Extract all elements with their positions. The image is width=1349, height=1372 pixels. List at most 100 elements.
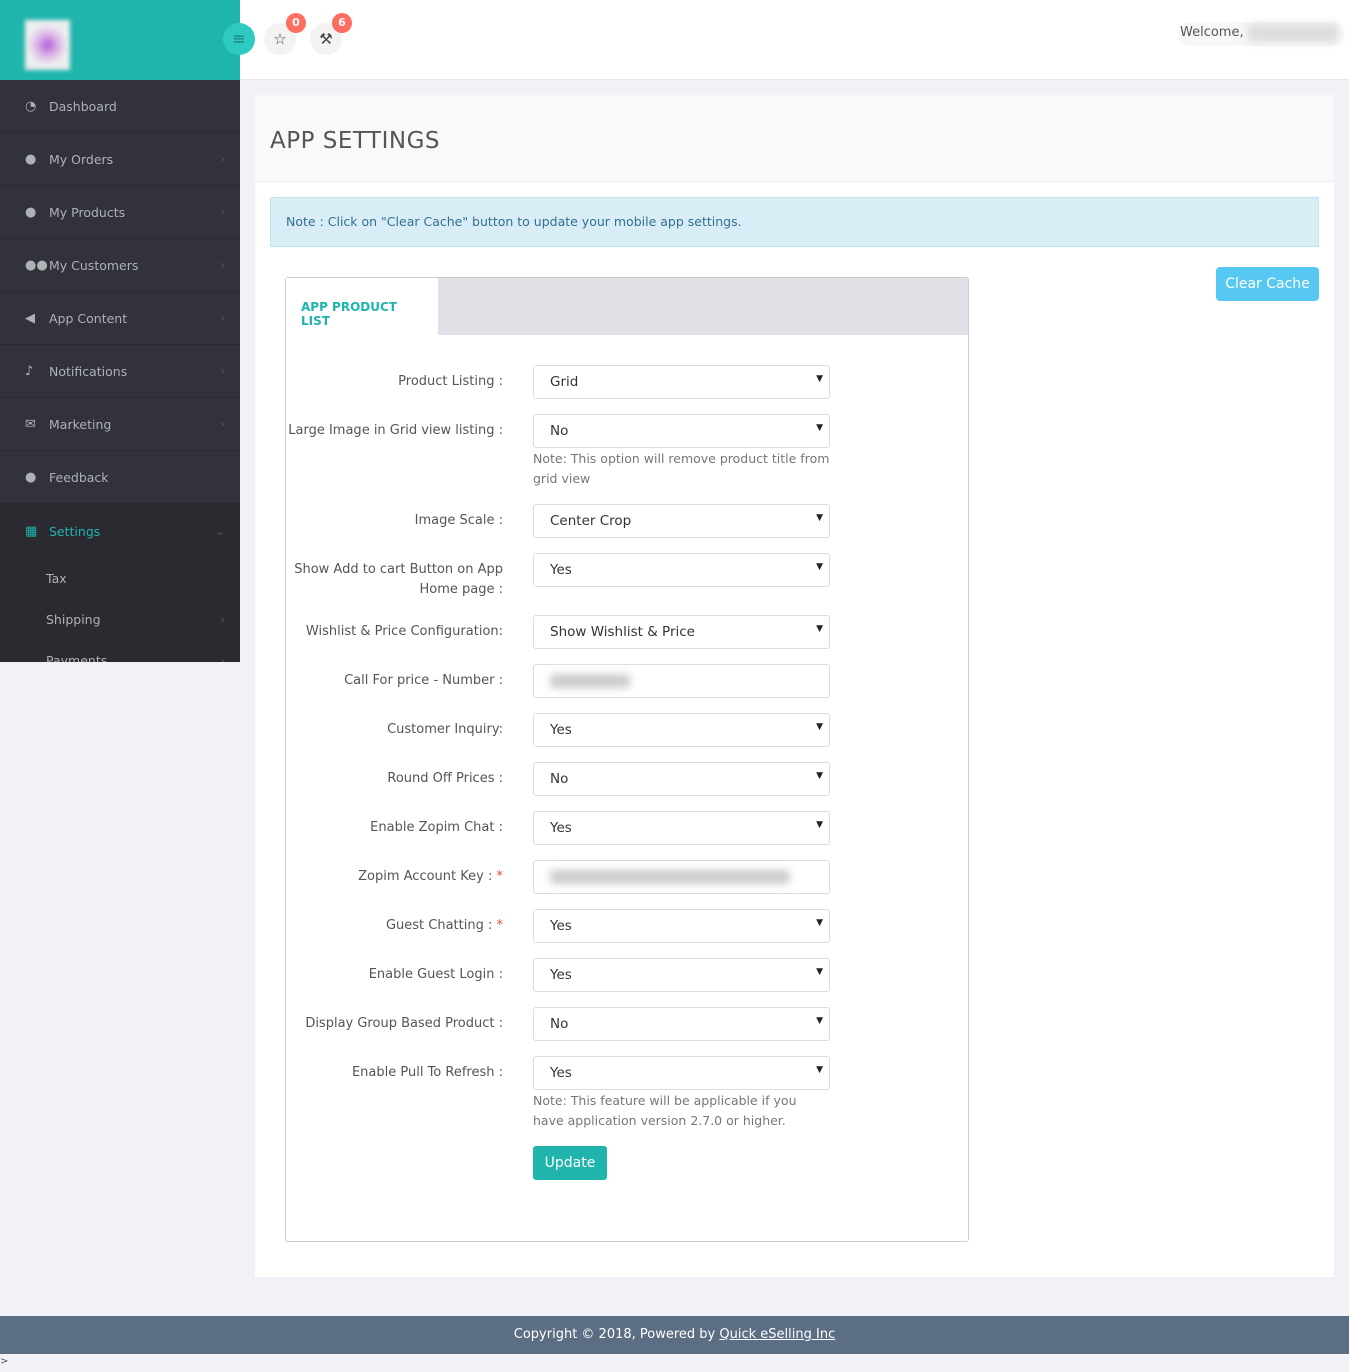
call-for-price-number-label: Call For price - Number : (286, 664, 503, 698)
enable-zopim-chat-select[interactable]: Yes ▼ (533, 811, 830, 845)
field-label: Image Scale : (414, 513, 503, 528)
caret-down-icon: ▼ (816, 513, 823, 523)
update-button[interactable]: Update (533, 1146, 607, 1180)
image-scale-select[interactable]: Center Crop ▼ (533, 504, 830, 538)
user-menu[interactable]: Welcome, (1178, 22, 1344, 46)
dashboard-icon: ◔ (25, 98, 37, 114)
grid-icon: ▦ (25, 523, 38, 539)
page-title: APP SETTINGS (270, 128, 441, 154)
blurred-value (550, 870, 790, 884)
chevron-right-icon: › (220, 417, 225, 431)
show-add-to-cart-button-on-app-home-page-control: Yes ▼ (533, 553, 830, 600)
sidebar-subitem-label: Tax (46, 571, 67, 586)
gavel-icon: ⚒ (319, 30, 333, 48)
form-row-image-scale: Image Scale : Center Crop ▼ (286, 504, 968, 538)
enable-guest-login-label: Enable Guest Login : (286, 958, 503, 992)
field-label: Enable Guest Login : (368, 967, 503, 982)
selected-value: No (550, 771, 569, 787)
product-listing-select[interactable]: Grid ▼ (533, 365, 830, 399)
selected-value: No (550, 423, 569, 439)
caret-down-icon: ▼ (816, 1065, 823, 1075)
large-image-in-grid-view-listing-select[interactable]: No ▼ (533, 414, 830, 448)
sidebar-item-my-orders[interactable]: ● My Orders › (0, 133, 240, 186)
wishlist-notification-button[interactable]: ☆ 0 (264, 13, 306, 55)
form-row-product-listing: Product Listing : Grid ▼ (286, 365, 968, 399)
display-group-based-product-select[interactable]: No ▼ (533, 1007, 830, 1041)
enable-guest-login-select[interactable]: Yes ▼ (533, 958, 830, 992)
sidebar-item-app-content[interactable]: ◀ App Content › (0, 292, 240, 345)
field-label: Wishlist & Price Configuration: (305, 624, 503, 639)
caret-down-icon: ▼ (816, 771, 823, 781)
bullhorn-icon: ◀ (25, 310, 35, 326)
wishlist-price-configuration-select[interactable]: Show Wishlist & Price ▼ (533, 615, 830, 649)
selected-value: Yes (550, 820, 572, 836)
tab-bar: APP PRODUCT LIST (286, 278, 968, 335)
footer-link[interactable]: Quick eSelling Inc (719, 1327, 835, 1342)
sidebar-item-label: Marketing (49, 416, 112, 432)
clear-cache-button[interactable]: Clear Cache (1216, 267, 1319, 301)
sidebar-toggle-button[interactable]: ≡ (223, 23, 255, 55)
sidebar-item-notifications[interactable]: ♪ Notifications › (0, 345, 240, 398)
settings-card: APP PRODUCT LIST Product Listing : Grid ▼ L… (285, 277, 969, 1242)
sidebar-item-marketing[interactable]: ✉ Marketing › (0, 398, 240, 451)
sidebar-item-my-customers[interactable]: ●● My Customers › (0, 239, 240, 292)
sidebar-item-label: Dashboard (49, 98, 117, 114)
wishlist-price-configuration-control: Show Wishlist & Price ▼ (533, 615, 830, 649)
sidebar-subitem-shipping[interactable]: Shipping › (0, 599, 240, 640)
form-row-call-for-price-number: Call For price - Number : (286, 664, 968, 698)
chevron-right-icon: › (220, 612, 225, 627)
sidebar-item-label: My Customers (49, 257, 139, 273)
product-listing-control: Grid ▼ (533, 365, 830, 399)
bars-icon: ≡ (232, 29, 246, 48)
form-row-guest-chatting: Guest Chatting : * Yes ▼ (286, 909, 968, 943)
inquiry-notification-button[interactable]: ⚒ 6 (310, 13, 352, 55)
call-for-price-number-input[interactable] (533, 664, 830, 698)
show-add-to-cart-button-on-app-home-page-select[interactable]: Yes ▼ (533, 553, 830, 587)
sidebar-subitem-payments[interactable]: Payments › (0, 640, 240, 662)
field-label: Round Off Prices : (387, 771, 503, 786)
zopim-account-key-input[interactable] (533, 860, 830, 894)
envelope-icon: ✉ (25, 416, 36, 432)
sidebar-item-my-products[interactable]: ● My Products › (0, 186, 240, 239)
settings-form: Product Listing : Grid ▼ Large Image in Gri… (286, 365, 968, 1180)
caret-down-icon: ▼ (816, 820, 823, 830)
form-row-large-image-in-grid-view-listing: Large Image in Grid view listing : No ▼ Not… (286, 414, 968, 489)
brand (0, 0, 240, 80)
guest-chatting-select[interactable]: Yes ▼ (533, 909, 830, 943)
form-row-zopim-account-key: Zopim Account Key : * (286, 860, 968, 894)
sidebar-subitem-tax[interactable]: Tax (0, 558, 240, 599)
customer-inquiry-select[interactable]: Yes ▼ (533, 713, 830, 747)
round-off-prices-select[interactable]: No ▼ (533, 762, 830, 796)
tab-app-product-list[interactable]: APP PRODUCT LIST (286, 278, 438, 335)
field-label: Enable Zopim Chat : (370, 820, 503, 835)
image-scale-label: Image Scale : (286, 504, 503, 538)
enable-zopim-chat-label: Enable Zopim Chat : (286, 811, 503, 845)
users-icon: ●● (25, 257, 48, 273)
sidebar-item-feedback[interactable]: ● Feedback (0, 451, 240, 504)
sidebar-item-label: App Content (49, 310, 128, 326)
customer-inquiry-control: Yes ▼ (533, 713, 830, 747)
required-marker: * (496, 869, 504, 884)
form-row-enable-pull-to-refresh: Enable Pull To Refresh : Yes ▼ Note: This f… (286, 1056, 968, 1131)
form-row-display-group-based-product: Display Group Based Product : No ▼ (286, 1007, 968, 1041)
large-image-in-grid-view-listing-control: No ▼ Note: This option will remove product… (533, 414, 830, 489)
caret-down-icon: ▼ (816, 562, 823, 572)
chevron-right-icon: › (220, 311, 225, 325)
star-badge: 0 (286, 13, 306, 33)
field-label: Call For price - Number : (344, 673, 503, 688)
sidebar-item-label: Settings (49, 523, 101, 539)
sidebar-item-dashboard[interactable]: ◔ Dashboard (0, 80, 240, 133)
enable-pull-to-refresh-select[interactable]: Yes ▼ (533, 1056, 830, 1090)
form-row-enable-guest-login: Enable Guest Login : Yes ▼ (286, 958, 968, 992)
logo[interactable] (25, 20, 70, 70)
form-row-enable-zopim-chat: Enable Zopim Chat : Yes ▼ (286, 811, 968, 845)
top-bar: ≡ ☆ 0 ⚒ 6 Welcome, (0, 0, 1349, 80)
form-row-wishlist-price-configuration: Wishlist & Price Configuration: Show Wish… (286, 615, 968, 649)
field-label: Zopim Account Key : (358, 869, 493, 884)
field-label: Guest Chatting : (385, 918, 493, 933)
wishlist-price-configuration-label: Wishlist & Price Configuration: (286, 615, 503, 649)
sidebar-item-settings[interactable]: ▦ Settings ⌄ (0, 504, 240, 558)
chevron-down-icon: ⌄ (214, 524, 225, 538)
footer: Copyright © 2018, Powered by Quick eSell… (0, 1316, 1349, 1354)
sidebar-item-label: Notifications (49, 363, 128, 379)
